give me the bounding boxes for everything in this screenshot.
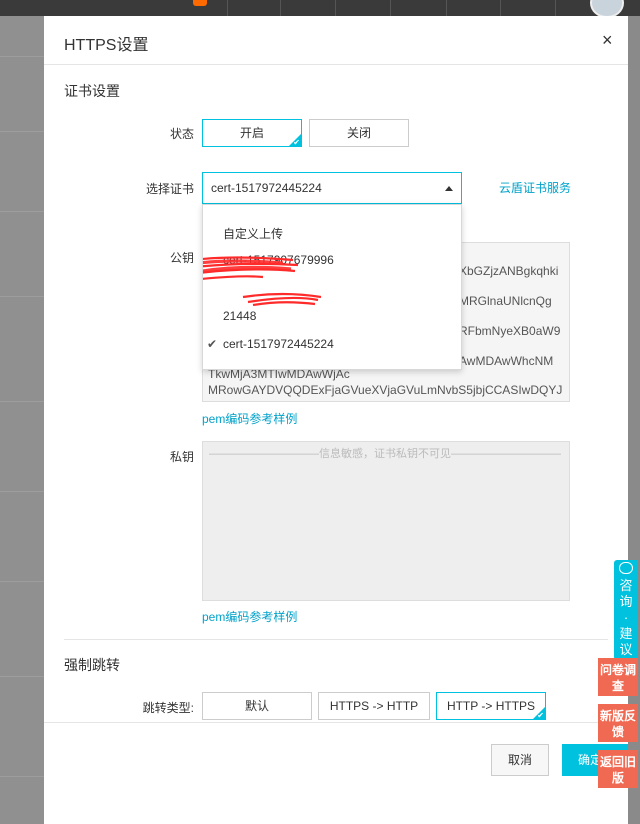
public-key-line: MRowGAYDVQQDExFjaGVueXVjaGVuLmNvbS5jbjCC… — [208, 383, 563, 397]
status-on-label: 开启 — [239, 126, 264, 140]
caret-up-icon — [445, 186, 453, 191]
status-on-button[interactable]: 开启 ✔ — [202, 119, 302, 147]
redirect-http-https-button[interactable]: HTTP -> HTTPS ✔ — [436, 692, 546, 720]
redirect-https-http-label: HTTPS -> HTTP — [329, 699, 419, 713]
redirect-section-title: 强制跳转 — [64, 657, 120, 673]
close-icon[interactable]: × — [602, 31, 613, 49]
logo-mark — [193, 0, 207, 6]
status-label: 状态 — [169, 127, 194, 141]
redirect-default-button[interactable]: 默认 — [202, 692, 312, 720]
status-off-button[interactable]: 关闭 — [309, 119, 409, 147]
consult-char: 咨 — [619, 578, 633, 593]
section-divider — [64, 639, 608, 640]
private-key-textarea: ——————————信息敏感，证书私钥不可见—————————— — [202, 441, 570, 601]
cloud-cert-link[interactable]: 云盾证书服务 — [499, 179, 571, 196]
dialog-title: HTTPS设置 — [64, 37, 149, 54]
cert-dropdown-menu: 自定义上传 cert-1517907679996 21448 ✔ cert-15… — [202, 204, 462, 370]
consult-char: · — [623, 610, 629, 625]
consult-char: 建 — [619, 626, 633, 641]
pem-sample-link[interactable]: pem编码参考样例 — [202, 410, 297, 427]
cert-select-value: cert-1517972445224 — [211, 181, 322, 195]
redirect-http-https-label: HTTP -> HTTPS — [446, 699, 536, 713]
background-page — [0, 16, 44, 824]
footer-divider — [44, 722, 628, 723]
redirect-https-http-button[interactable]: HTTPS -> HTTP — [318, 692, 430, 720]
redirect-type-label: 跳转类型: — [142, 701, 194, 715]
survey-button[interactable]: 问卷调查 — [598, 658, 638, 696]
consult-char: 询 — [619, 594, 633, 609]
public-key-line: AwMDAwWhcNM — [459, 354, 554, 368]
nav-divider — [446, 0, 447, 16]
nav-divider — [335, 0, 336, 16]
cert-select[interactable]: cert-1517972445224 — [202, 172, 462, 204]
nav-divider — [280, 0, 281, 16]
chat-icon — [619, 562, 633, 574]
private-key-placeholder: ——————————信息敏感，证书私钥不可见—————————— — [209, 448, 561, 460]
status-off-label: 关闭 — [346, 126, 371, 140]
nav-divider — [555, 0, 556, 16]
public-key-line: RFbmNyeXB0aW9 — [459, 324, 561, 338]
select-cert-label: 选择证书 — [145, 182, 194, 196]
nav-divider — [227, 0, 228, 16]
public-key-line: XbGZjzANBgkqhki — [459, 264, 559, 278]
public-key-label: 公钥 — [169, 251, 194, 265]
red-scribble-redaction — [203, 256, 322, 307]
nav-divider — [390, 0, 391, 16]
pem-sample-link[interactable]: pem编码参考样例 — [202, 608, 297, 625]
cert-section-title: 证书设置 — [64, 83, 120, 99]
private-key-label: 私钥 — [169, 450, 194, 464]
header-divider — [44, 64, 628, 65]
check-icon: ✔ — [537, 711, 544, 720]
background-page-right — [628, 16, 640, 824]
consult-char: 议 — [619, 642, 633, 657]
nav-divider — [500, 0, 501, 16]
check-icon: ✔ — [293, 138, 300, 147]
redirect-default-label: 默认 — [244, 699, 269, 713]
cancel-button[interactable]: 取消 — [491, 744, 549, 776]
public-key-line: MRGlnaUNlcnQg — [459, 294, 552, 308]
back-to-old-version-button[interactable]: 返回旧版 — [598, 750, 638, 788]
new-version-feedback-button[interactable]: 新版反馈 — [598, 704, 638, 742]
https-settings-dialog: HTTPS设置 × 证书设置 状态 开启 ✔ 关闭 选择证书 cert-1517… — [44, 16, 628, 824]
consult-suggest-tab[interactable]: 咨 询 · 建 议 — [614, 560, 638, 660]
top-navbar — [0, 0, 640, 18]
